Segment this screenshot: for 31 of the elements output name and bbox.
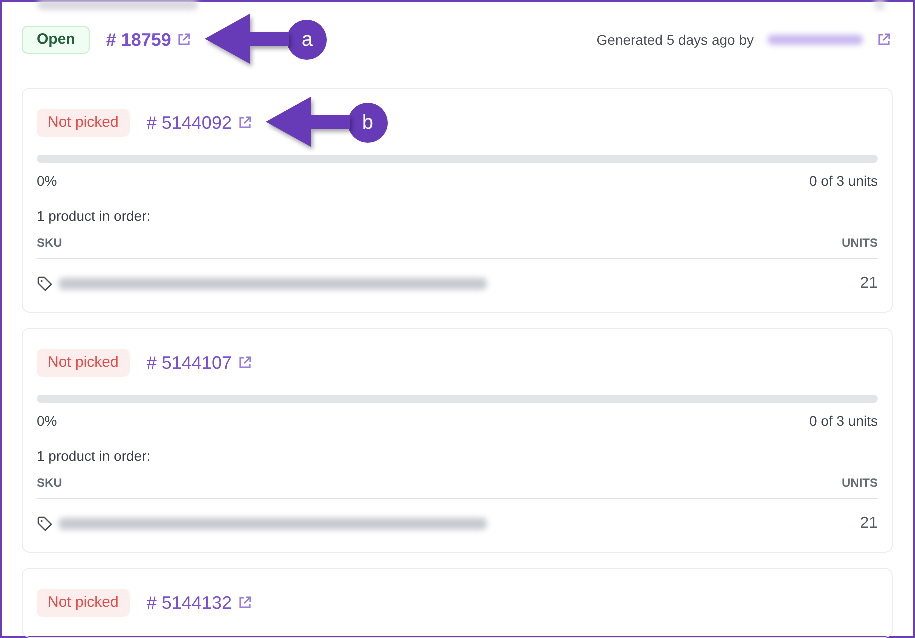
callout-label: a	[287, 20, 328, 60]
progress-percent: 0%	[37, 413, 58, 429]
column-header: SKU	[37, 476, 62, 490]
units-summary: 0 of 3 units	[810, 173, 878, 189]
units-summary: 0 of 3 units	[810, 413, 878, 429]
products-heading: 1 product in order:	[37, 448, 152, 464]
generated-text: Generated 5 days ago by	[596, 32, 754, 48]
order-link[interactable]: # 5144092	[146, 112, 252, 134]
external-link-icon	[877, 33, 891, 47]
order-link[interactable]: # 18759	[106, 30, 192, 50]
column-header: UNITS	[842, 236, 878, 250]
tag-icon	[37, 516, 53, 532]
units-cell: 21	[860, 275, 878, 293]
tag-icon	[37, 276, 53, 292]
callout-label: b	[348, 103, 388, 143]
order-link[interactable]: # 5144132	[146, 592, 252, 614]
blurred-text	[875, 0, 885, 10]
status-badge: Open	[22, 26, 90, 54]
progress-percent: 0%	[37, 173, 58, 189]
status-badge: Not picked	[37, 109, 130, 137]
units-cell: 21	[860, 515, 878, 533]
status-badge: Not picked	[37, 589, 130, 617]
column-header: SKU	[37, 236, 62, 250]
external-link-icon	[238, 116, 252, 130]
products-heading: 1 product in order:	[37, 208, 152, 224]
column-header: UNITS	[842, 476, 878, 490]
external-link-icon	[238, 356, 252, 370]
status-badge: Not picked	[37, 349, 130, 377]
external-link-icon	[238, 596, 252, 610]
external-link-icon	[177, 33, 192, 47]
order-link[interactable]: # 5144107	[146, 352, 252, 374]
